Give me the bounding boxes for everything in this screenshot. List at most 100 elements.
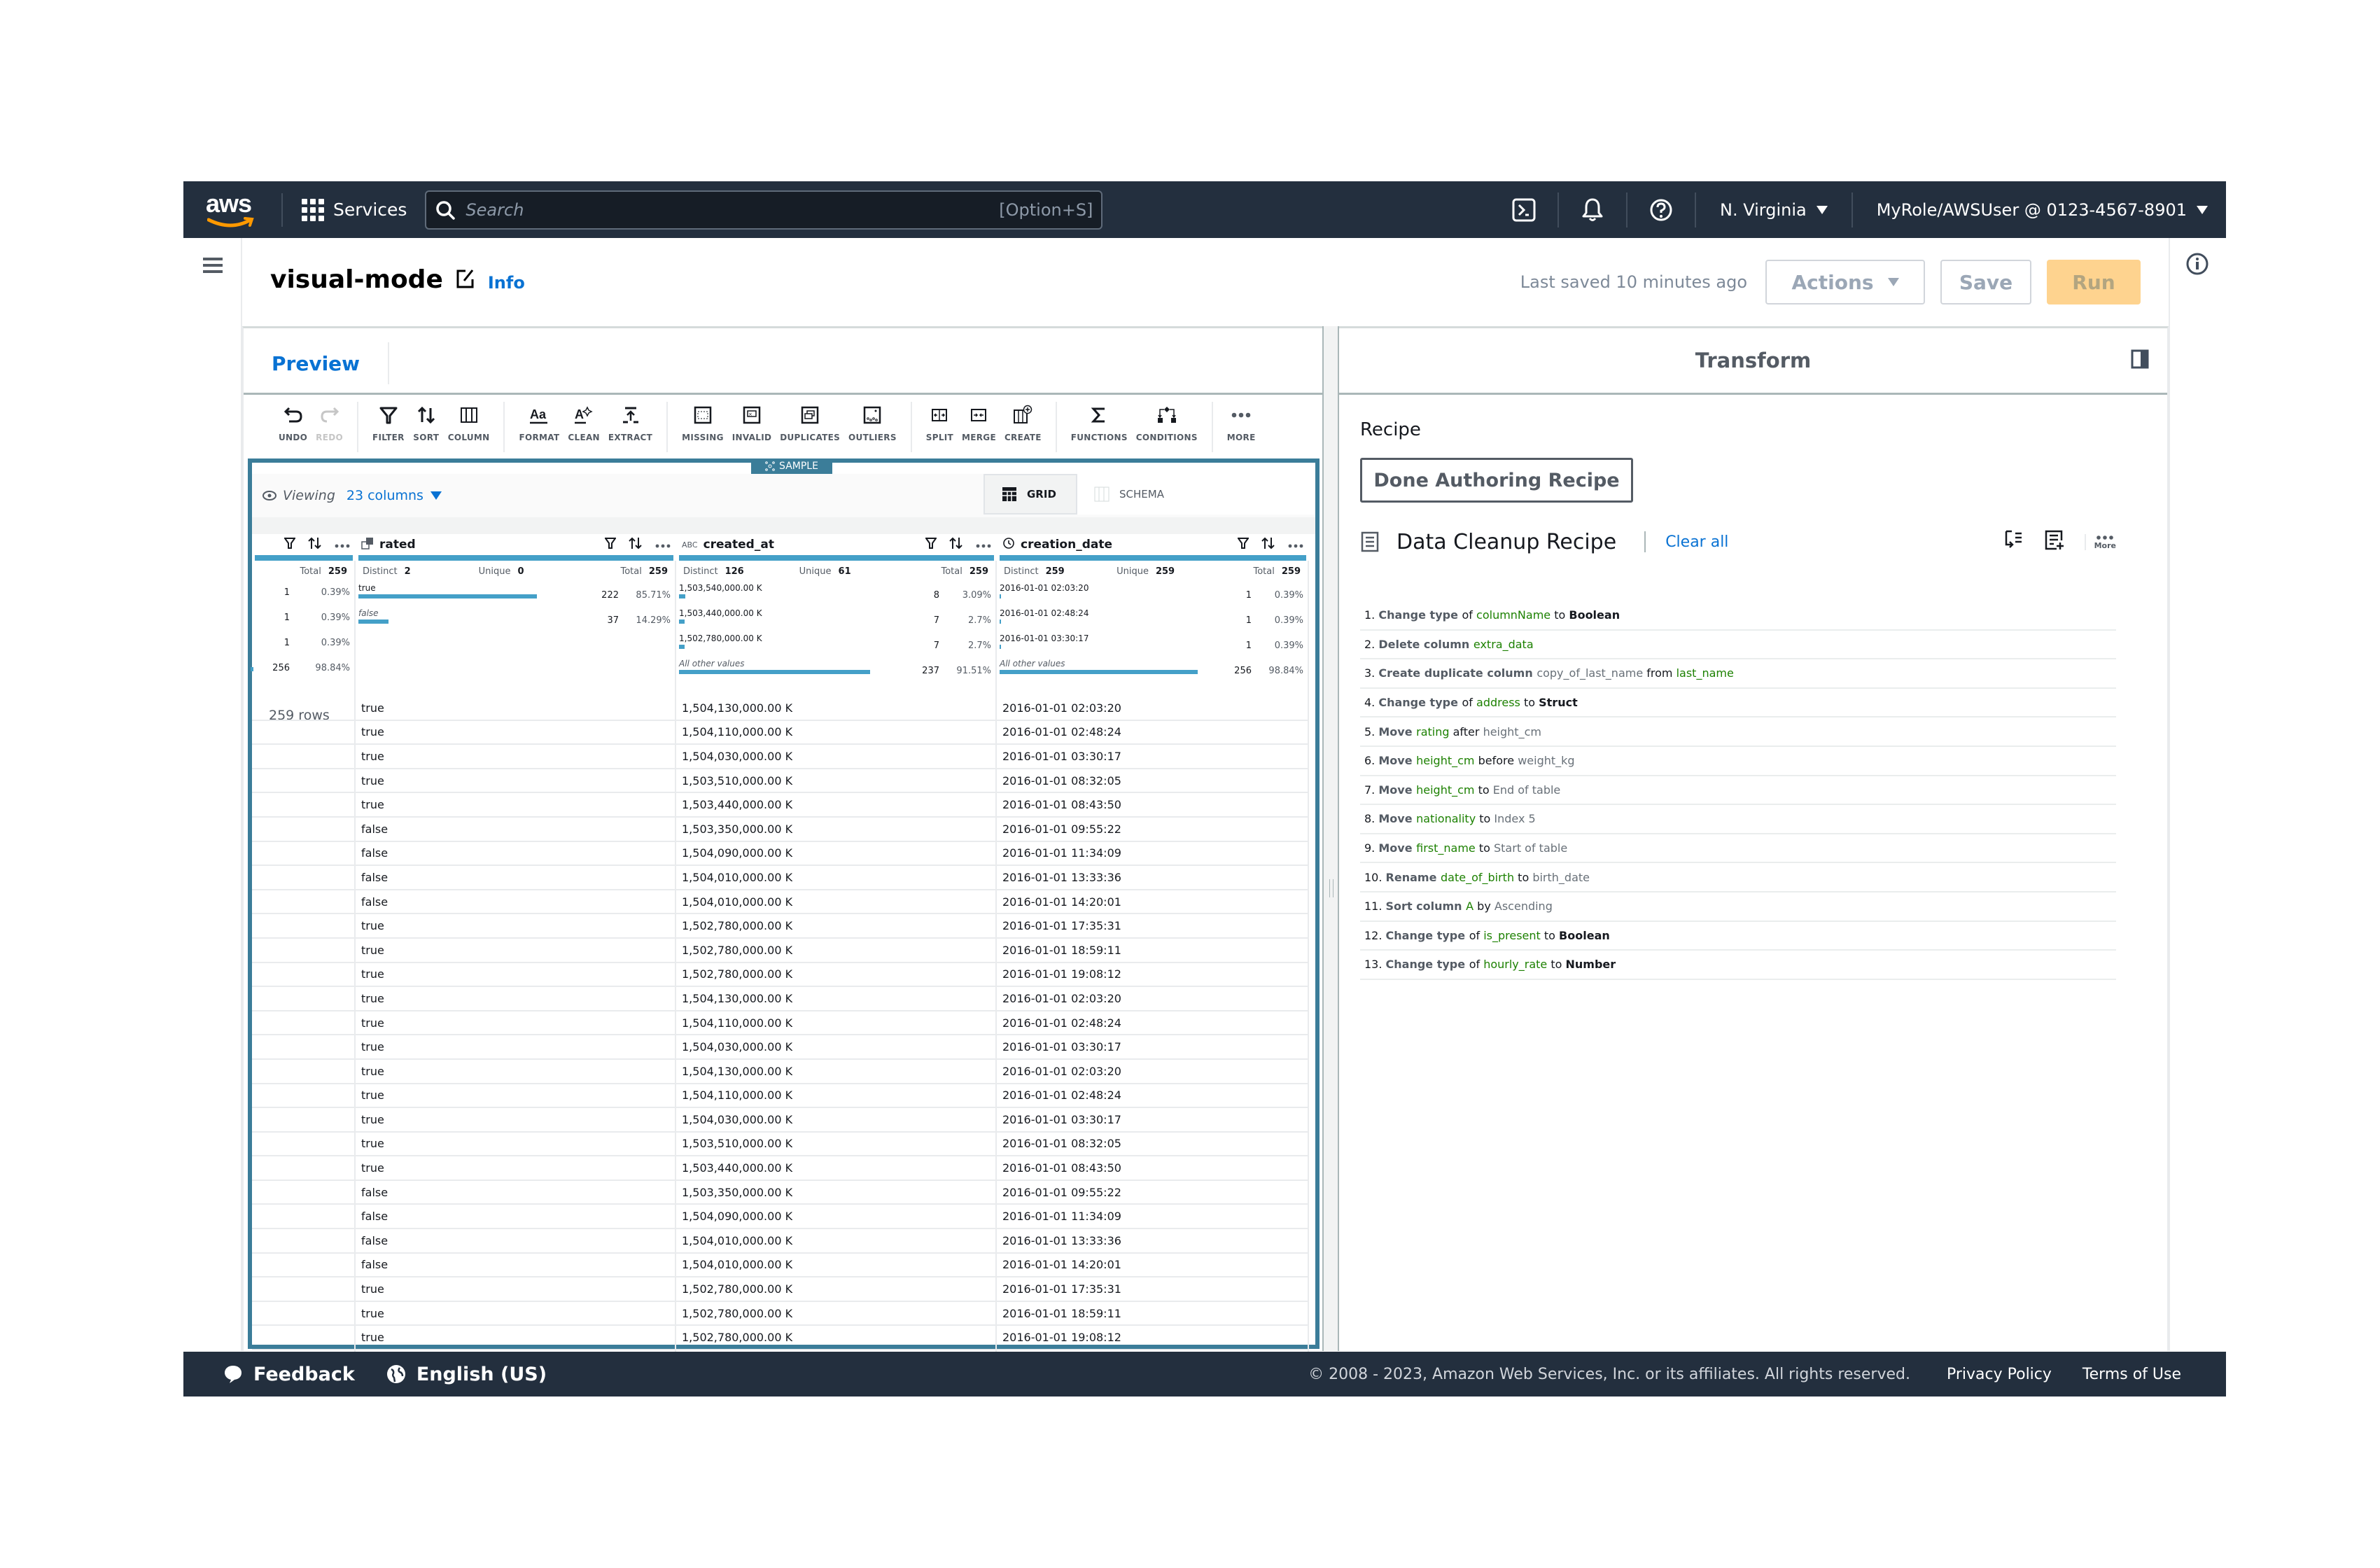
table-cell[interactable]: true	[356, 914, 676, 937]
table-cell[interactable]	[252, 720, 356, 744]
table-cell[interactable]	[252, 1108, 356, 1131]
table-cell[interactable]	[252, 793, 356, 816]
column-more-icon[interactable]	[335, 538, 350, 552]
table-cell[interactable]: 1,502,780,000.00 K	[676, 914, 997, 937]
table-cell[interactable]	[252, 1011, 356, 1035]
column-sort-icon[interactable]	[308, 537, 322, 553]
table-cell[interactable]: 1,504,010,000.00 K	[676, 890, 997, 913]
column-filter-icon[interactable]	[925, 537, 937, 553]
account-menu[interactable]: MyRole/AWSUser @ 0123-4567-8901	[1853, 192, 2208, 227]
table-cell[interactable]: 1,503,440,000.00 K	[676, 793, 997, 816]
table-cell[interactable]: 1,504,030,000.00 K	[676, 745, 997, 768]
table-cell[interactable]: 2016-01-01 02:48:24	[997, 1011, 1309, 1035]
recipe-step[interactable]: 8. Move nationality to Index 5	[1360, 805, 2116, 834]
value-distribution-row[interactable]: All other values 256 98.84%	[997, 659, 1308, 682]
filter-button[interactable]: FILTER	[368, 402, 409, 452]
table-cell[interactable]: 1,504,130,000.00 K	[676, 987, 997, 1010]
aws-logo[interactable]: aws	[203, 189, 263, 231]
grid-view-button[interactable]: GRID	[983, 474, 1077, 514]
table-cell[interactable]	[252, 987, 356, 1010]
clear-all-link[interactable]: Clear all	[1665, 533, 1728, 551]
invalid-button[interactable]: × INVALID	[728, 402, 776, 452]
functions-button[interactable]: FUNCTIONS	[1067, 402, 1132, 452]
table-cell[interactable]: 2016-01-01 03:30:17	[997, 1108, 1309, 1131]
actions-dropdown[interactable]: Actions	[1765, 260, 1925, 304]
table-cell[interactable]: true	[356, 1059, 676, 1083]
help-panel-toggle[interactable]	[2185, 252, 2209, 279]
table-cell[interactable]	[252, 817, 356, 841]
feedback-button[interactable]: Feedback	[223, 1364, 355, 1385]
value-distribution-row[interactable]: 1,503,540,000.00 K 8 3.09%	[676, 583, 995, 607]
terms-of-use-link[interactable]: Terms of Use	[2082, 1366, 2181, 1383]
table-cell[interactable]: 2016-01-01 18:59:11	[997, 1301, 1309, 1325]
pane-splitter[interactable]	[1322, 326, 1339, 1351]
table-cell[interactable]: 2016-01-01 02:48:24	[997, 1084, 1309, 1107]
columns-selector[interactable]: 23 columns	[346, 488, 442, 503]
table-cell[interactable]: true	[356, 1301, 676, 1325]
table-cell[interactable]: false	[356, 1229, 676, 1252]
notifications-button[interactable]	[1559, 192, 1628, 227]
add-step-button[interactable]	[2044, 529, 2065, 554]
table-cell[interactable]: 1,502,780,000.00 K	[676, 1278, 997, 1301]
table-cell[interactable]	[252, 866, 356, 889]
table-cell[interactable]: 1,502,780,000.00 K	[676, 962, 997, 986]
table-cell[interactable]	[252, 841, 356, 865]
table-cell[interactable]: true	[356, 1156, 676, 1180]
duplicates-button[interactable]: DUPLICATES	[776, 402, 844, 452]
table-cell[interactable]	[252, 914, 356, 937]
done-authoring-recipe-button[interactable]: Done Authoring Recipe	[1360, 458, 1633, 503]
missing-button[interactable]: MISSING	[678, 402, 728, 452]
table-cell[interactable]: 2016-01-01 08:43:50	[997, 1156, 1309, 1180]
table-cell[interactable]: 2016-01-01 17:35:31	[997, 914, 1309, 937]
create-button[interactable]: CREATE	[1000, 402, 1046, 452]
clean-button[interactable]: A CLEAN	[564, 402, 603, 452]
value-distribution-row[interactable]: 1 0.39%	[252, 583, 354, 607]
column-header[interactable]: rated	[356, 534, 676, 555]
table-cell[interactable]: 2016-01-01 14:20:01	[997, 890, 1309, 913]
table-cell[interactable]: 1,504,030,000.00 K	[676, 1035, 997, 1058]
table-cell[interactable]: false	[356, 841, 676, 865]
column-header[interactable]: ABC created_at	[676, 534, 997, 555]
table-cell[interactable]: 1,502,780,000.00 K	[676, 938, 997, 962]
table-cell[interactable]	[252, 1180, 356, 1204]
table-cell[interactable]: 1,504,030,000.00 K	[676, 1108, 997, 1131]
table-cell[interactable]: 1,502,780,000.00 K	[676, 1301, 997, 1325]
conditions-button[interactable]: CONDITIONS	[1132, 402, 1202, 452]
table-cell[interactable]: true	[356, 769, 676, 792]
value-distribution-row[interactable]: All other values 237 91.51%	[676, 659, 995, 682]
recipe-step[interactable]: 4. Change type of address to Struct	[1360, 689, 2116, 718]
language-selector[interactable]: English (US)	[386, 1364, 547, 1385]
value-distribution-row[interactable]: 2016-01-01 03:30:17 1 0.39%	[997, 634, 1308, 657]
table-cell[interactable]: false	[356, 1180, 676, 1204]
table-cell[interactable]	[252, 1156, 356, 1180]
table-cell[interactable]: false	[356, 1205, 676, 1228]
table-cell[interactable]: 2016-01-01 18:59:11	[997, 938, 1309, 962]
merge-button[interactable]: MERGE	[958, 402, 1000, 452]
table-cell[interactable]: 2016-01-01 02:48:24	[997, 720, 1309, 744]
table-cell[interactable]: 2016-01-01 19:08:12	[997, 1326, 1309, 1350]
column-more-icon[interactable]	[655, 538, 671, 552]
split-button[interactable]: SPLIT	[922, 402, 958, 452]
value-distribution-row[interactable]: 1 0.39%	[252, 634, 354, 657]
table-cell[interactable]: true	[356, 1326, 676, 1350]
recipe-step[interactable]: 6. Move height_cm before weight_kg	[1360, 747, 2116, 776]
table-cell[interactable]: 2016-01-01 02:03:20	[997, 696, 1309, 720]
table-cell[interactable]: false	[356, 890, 676, 913]
column-sort-icon[interactable]	[949, 537, 963, 553]
table-cell[interactable]	[252, 1132, 356, 1156]
table-cell[interactable]: 2016-01-01 09:55:22	[997, 817, 1309, 841]
table-cell[interactable]: true	[356, 1132, 676, 1156]
table-cell[interactable]	[252, 1059, 356, 1083]
table-cell[interactable]: true	[356, 938, 676, 962]
recipe-step[interactable]: 5. Move rating after height_cm	[1360, 718, 2116, 747]
table-cell[interactable]: 1,503,440,000.00 K	[676, 1156, 997, 1180]
column-sort-icon[interactable]	[1261, 537, 1275, 553]
column-filter-icon[interactable]	[284, 537, 296, 553]
value-distribution-row[interactable]: 1,503,440,000.00 K 7 2.7%	[676, 608, 995, 632]
table-cell[interactable]: true	[356, 793, 676, 816]
format-button[interactable]: Aa FORMAT	[514, 402, 564, 452]
table-cell[interactable]: 2016-01-01 09:55:22	[997, 1180, 1309, 1204]
import-steps-button[interactable]	[2003, 529, 2024, 554]
table-cell[interactable]: 2016-01-01 08:43:50	[997, 793, 1309, 816]
table-cell[interactable]	[252, 938, 356, 962]
